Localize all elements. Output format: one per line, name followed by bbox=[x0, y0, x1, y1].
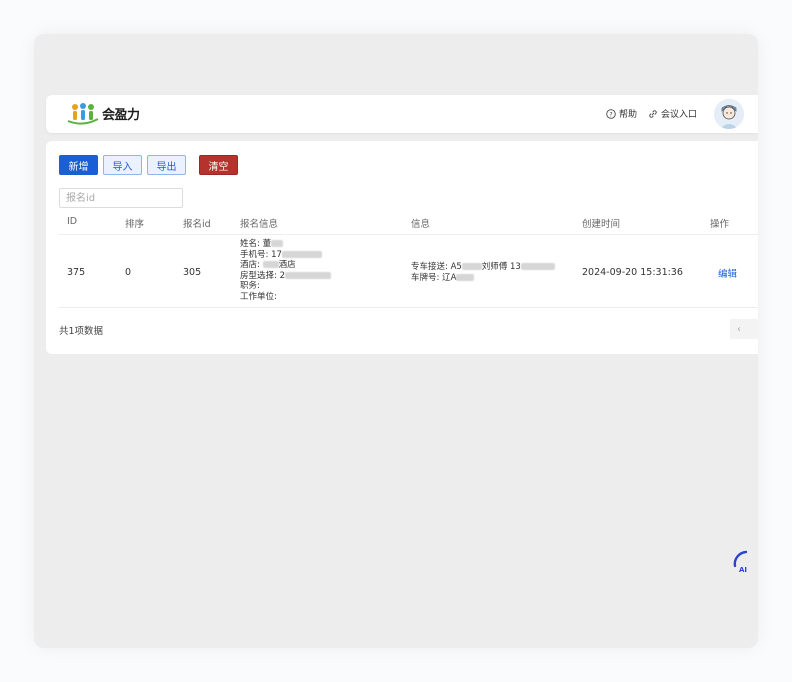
new-button[interactable]: 新增 bbox=[59, 155, 98, 175]
info-position-line: 职务: bbox=[240, 281, 260, 291]
col-header-order: 排序 bbox=[125, 219, 145, 230]
user-avatar[interactable] bbox=[714, 99, 744, 129]
link-icon bbox=[649, 109, 657, 118]
app-frame: 会盈力 ? 帮助 会议入口 新增 导入 导出 清空 报名id ID 排序 报名i… bbox=[34, 34, 758, 648]
header-divider bbox=[59, 234, 758, 235]
content-card: 新增 导入 导出 清空 ID 排序 报名id 报名信息 信息 创建时间 操作 3… bbox=[46, 141, 758, 354]
cell-signup-info: 姓名: 董 手机号: 17 酒店: 酒店 房型选择: 2 职务: 工作单位: bbox=[240, 239, 331, 302]
plate-line: 车牌号: 辽A bbox=[411, 273, 555, 284]
avatar-icon bbox=[714, 99, 744, 129]
brand-logo[interactable]: 会盈力 bbox=[66, 102, 146, 126]
info-company-line: 工作单位: bbox=[240, 291, 277, 302]
col-header-created: 创建时间 bbox=[582, 219, 621, 230]
redacted-mask bbox=[456, 273, 475, 281]
col-header-signup-id: 报名id bbox=[183, 219, 211, 230]
export-button[interactable]: 导出 bbox=[147, 155, 186, 175]
clear-button[interactable]: 清空 bbox=[199, 155, 238, 175]
cell-order: 0 bbox=[125, 267, 132, 278]
import-button[interactable]: 导入 bbox=[103, 155, 142, 175]
cell-id: 375 bbox=[67, 267, 86, 278]
logo-text: 会盈力 bbox=[102, 108, 140, 123]
chevron-left-icon: ‹ bbox=[737, 323, 741, 335]
svg-text:AI: AI bbox=[739, 566, 747, 574]
col-header-actions: 操作 bbox=[710, 219, 730, 230]
signup-id-search-input[interactable] bbox=[59, 188, 183, 208]
meeting-entry-link[interactable]: 会议入口 bbox=[648, 107, 697, 120]
total-count: 共1项数据 bbox=[59, 326, 104, 337]
cell-info: 专车接送: A5 刘师傅 13 车牌号: 辽A bbox=[411, 262, 555, 283]
info-name-line: 姓名: 董 bbox=[240, 239, 331, 250]
top-navbar: 会盈力 ? 帮助 会议入口 bbox=[46, 95, 758, 133]
ai-assistant-icon[interactable]: AI bbox=[732, 546, 758, 576]
pickup-line: 专车接送: A5 刘师傅 13 bbox=[411, 262, 555, 273]
col-header-signup-info: 报名信息 bbox=[240, 219, 279, 230]
info-hotel-line: 酒店: 酒店 bbox=[240, 260, 296, 270]
redacted-mask bbox=[271, 240, 284, 247]
help-link[interactable]: ? 帮助 bbox=[606, 107, 637, 120]
redacted-mask bbox=[461, 263, 482, 270]
edit-link[interactable]: 编辑 bbox=[718, 266, 737, 280]
logo-figures-icon bbox=[67, 103, 99, 125]
pagination-prev-button[interactable]: ‹ bbox=[730, 319, 758, 339]
cell-created: 2024-09-20 15:31:36 bbox=[582, 267, 683, 278]
help-circle-icon: ? bbox=[606, 108, 616, 119]
row-divider bbox=[59, 307, 758, 308]
redacted-mask bbox=[520, 263, 555, 270]
help-label: 帮助 bbox=[619, 110, 638, 120]
cell-signup-id: 305 bbox=[183, 267, 202, 278]
entry-label: 会议入口 bbox=[661, 110, 698, 120]
col-header-id: ID bbox=[67, 216, 78, 227]
redacted-mask bbox=[284, 271, 331, 279]
info-room-line: 房型选择: 2 bbox=[240, 271, 331, 282]
redacted-mask bbox=[281, 250, 322, 258]
redacted-mask bbox=[262, 261, 279, 268]
col-header-info: 信息 bbox=[411, 219, 431, 230]
svg-text:?: ? bbox=[609, 110, 612, 118]
info-phone-line: 手机号: 17 bbox=[240, 250, 331, 261]
